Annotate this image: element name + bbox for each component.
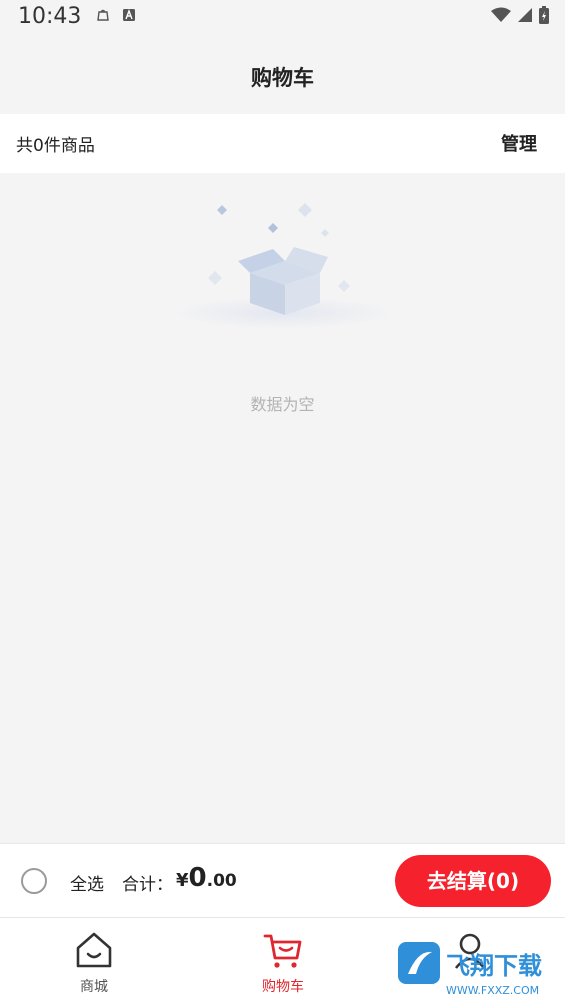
svg-text:飞翔下载: 飞翔下载 (446, 952, 542, 980)
tab-home-label: 商城 (80, 979, 108, 995)
currency-symbol: ¥ (176, 870, 189, 891)
total-integer: 0 (188, 863, 207, 893)
checkout-button[interactable]: 去结算(0) (395, 855, 551, 907)
status-time: 10:43 (18, 4, 82, 29)
status-bar: 10:43 (0, 0, 565, 34)
battery-icon (539, 6, 549, 24)
cart-summary-row: 共0件商品 管理 (0, 114, 565, 173)
page-title: 购物车 (251, 66, 314, 90)
cart-icon (263, 934, 302, 968)
checkout-bar: 全选 合计： ¥0.00 去结算(0) (0, 843, 565, 917)
tab-cart-label: 购物车 (262, 979, 304, 995)
total-decimal: .00 (206, 871, 237, 891)
empty-box-illustration (173, 203, 393, 329)
keyboard-notification-icon (123, 9, 135, 21)
title-bar: 购物车 (0, 34, 565, 114)
wifi-icon (491, 7, 511, 22)
item-count: 共0件商品 (16, 136, 95, 156)
site-watermark-logo: 飞翔下载 WWW.FXXZ.COM (398, 942, 542, 997)
status-indicators (491, 6, 549, 24)
select-all-checkbox[interactable] (21, 868, 47, 894)
tab-cart[interactable]: 购物车 (223, 918, 343, 1004)
tab-home[interactable]: 商城 (34, 918, 154, 1004)
notification-icon (97, 9, 109, 21)
empty-message: 数据为空 (250, 395, 315, 414)
total-price: ¥0.00 (176, 863, 237, 893)
select-all-label[interactable]: 全选 (70, 870, 104, 895)
manage-button[interactable]: 管理 (501, 130, 537, 156)
signal-icon (518, 8, 532, 22)
svg-text:WWW.FXXZ.COM: WWW.FXXZ.COM (446, 984, 539, 997)
home-icon (76, 932, 112, 968)
total-label: 合计： (122, 875, 173, 895)
